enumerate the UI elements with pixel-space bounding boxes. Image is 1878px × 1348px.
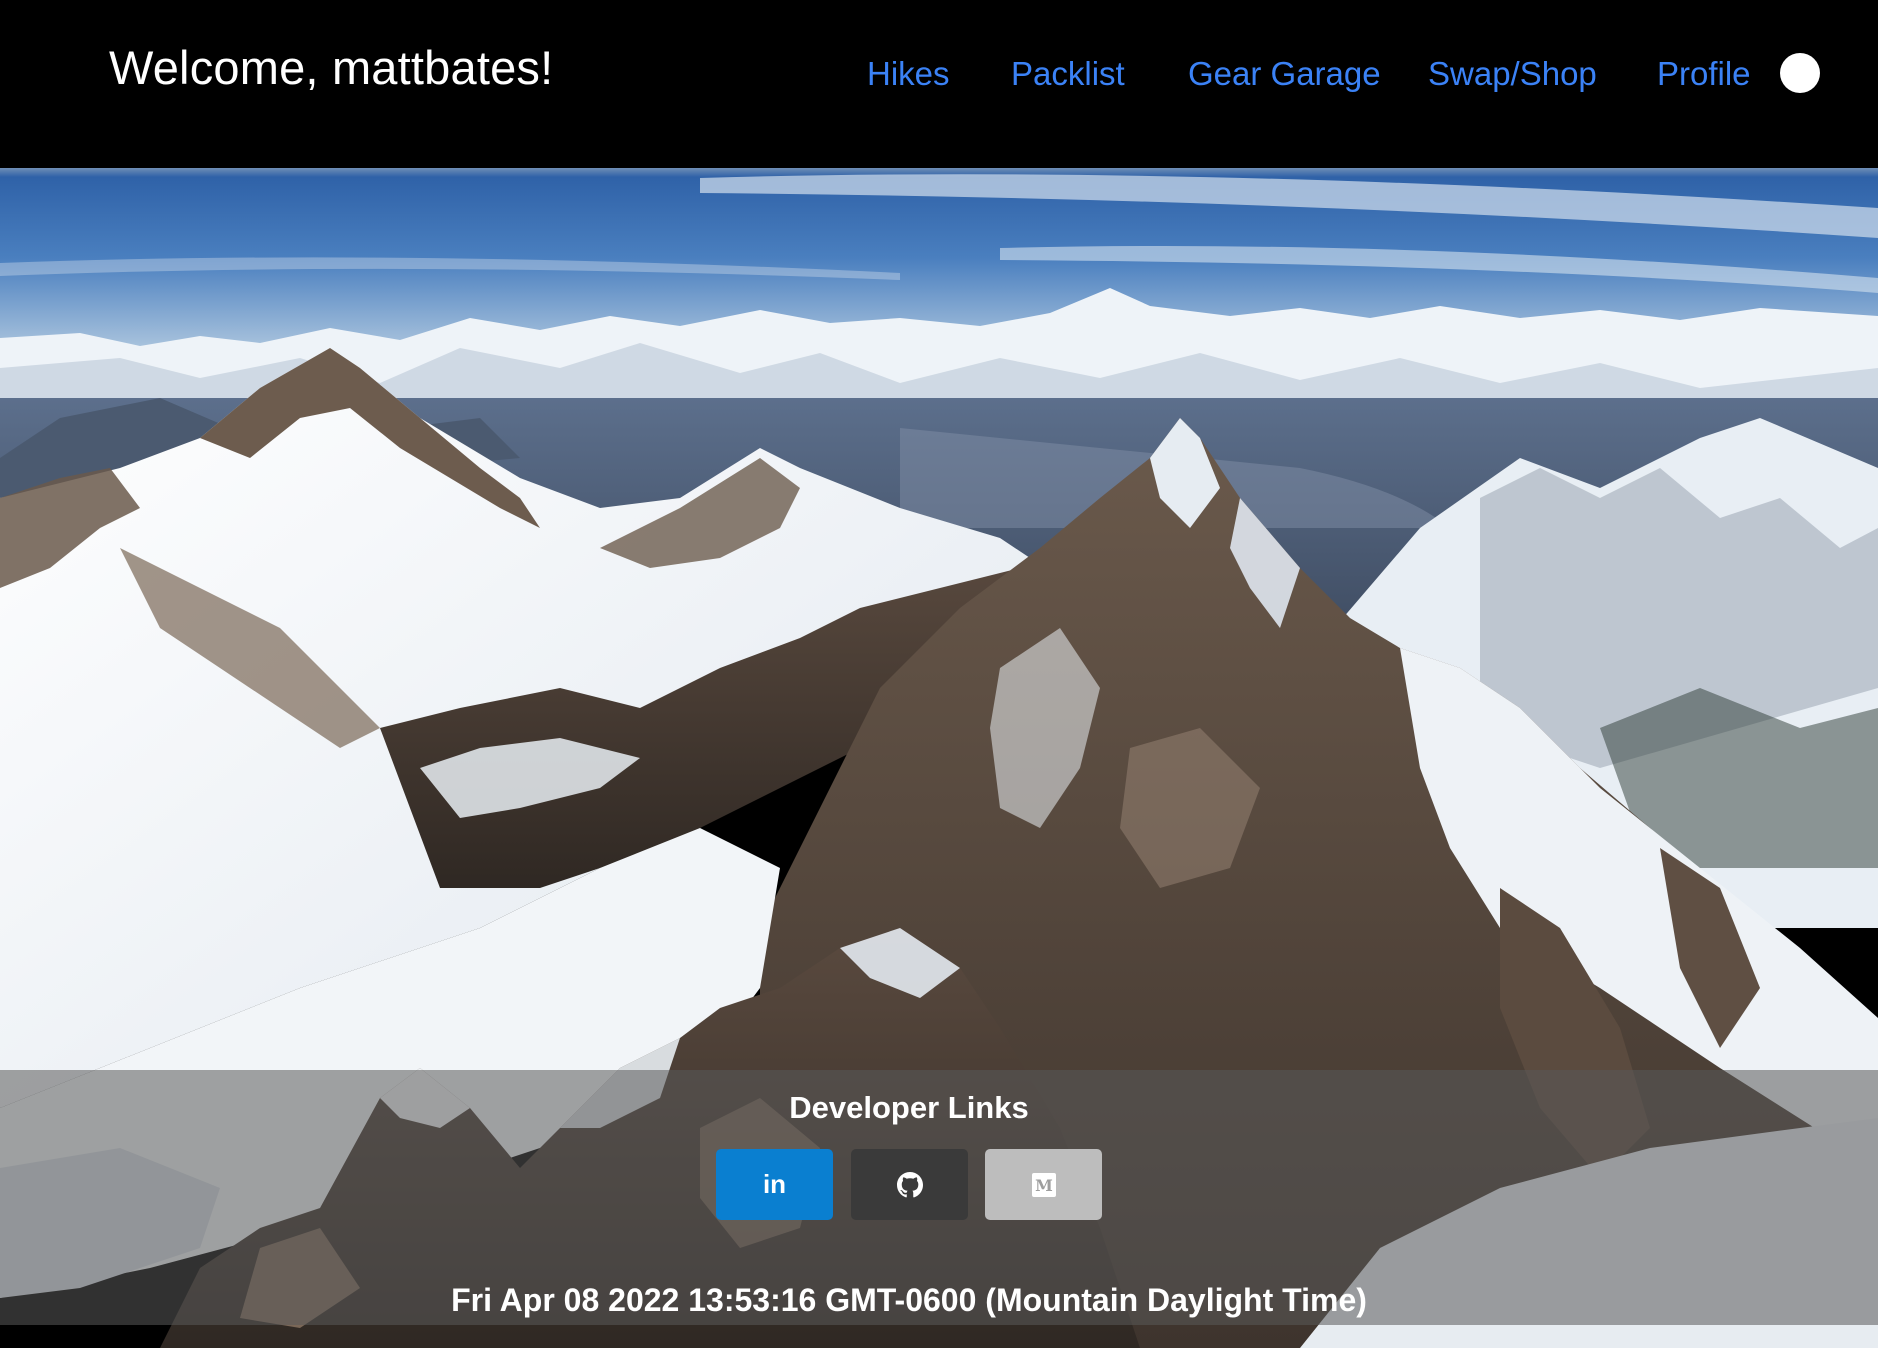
nav-link-profile[interactable]: Profile — [1657, 55, 1751, 93]
footer-title: Developer Links — [789, 1090, 1029, 1125]
current-datetime: Fri Apr 08 2022 13:53:16 GMT-0600 (Mount… — [451, 1282, 1367, 1318]
svg-text:M: M — [1035, 1176, 1053, 1195]
nav-link-packlist[interactable]: Packlist — [1011, 55, 1125, 93]
github-button[interactable] — [851, 1149, 968, 1220]
linkedin-button[interactable]: in — [716, 1149, 833, 1220]
top-navbar: Welcome, mattbates! Hikes Packlist Gear … — [0, 0, 1878, 168]
medium-icon: M — [1031, 1172, 1056, 1197]
nav-link-gear-garage[interactable]: Gear Garage — [1188, 55, 1381, 93]
theme-toggle-button[interactable] — [1780, 53, 1820, 93]
linkedin-icon: in — [762, 1169, 787, 1199]
developer-links-footer: Developer Links in M Fri Apr 08 2022 13:… — [0, 1070, 1878, 1325]
nav-link-swap-shop[interactable]: Swap/Shop — [1428, 55, 1597, 93]
medium-button[interactable]: M — [985, 1149, 1102, 1220]
github-icon — [896, 1171, 923, 1197]
nav-links: Hikes Packlist Gear Garage Swap/Shop Pro… — [0, 55, 1878, 105]
nav-link-hikes[interactable]: Hikes — [867, 55, 950, 93]
